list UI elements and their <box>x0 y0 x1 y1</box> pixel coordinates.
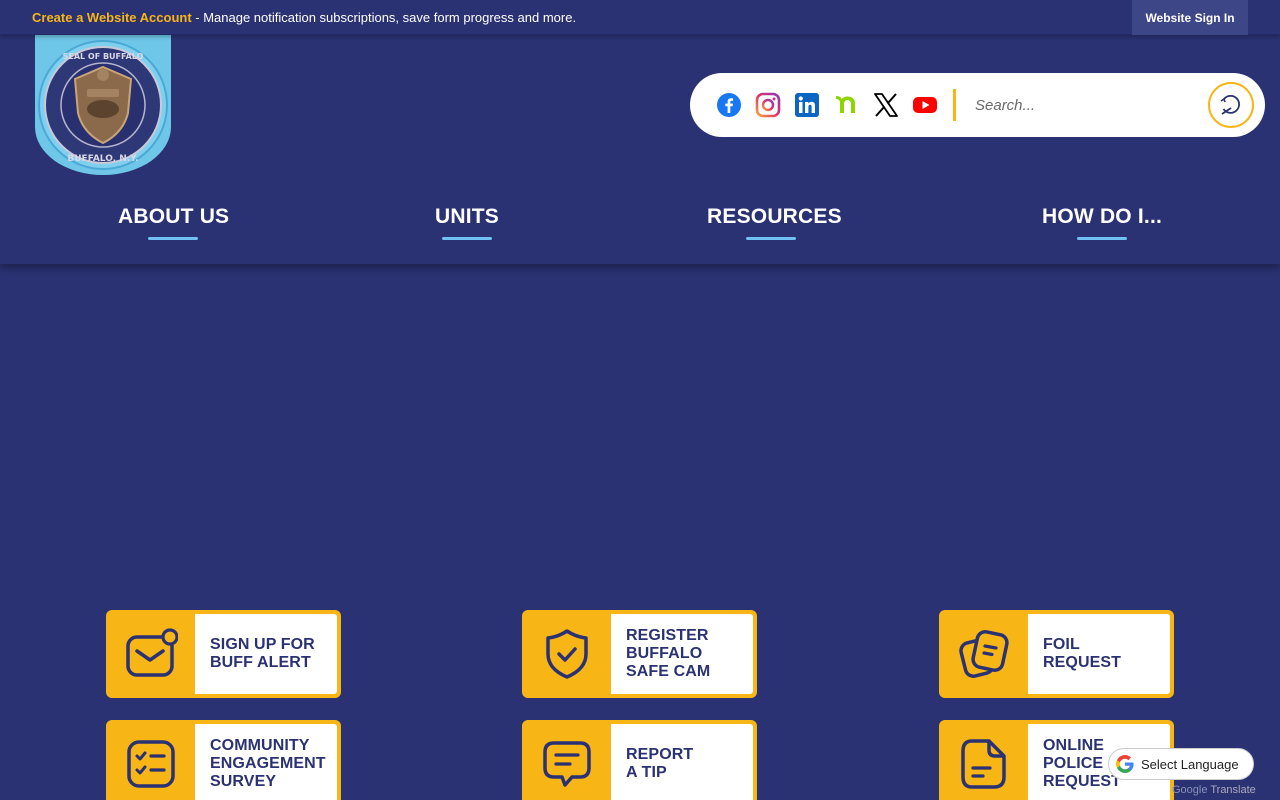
shield-check-icon <box>522 610 611 698</box>
create-account-link[interactable]: Create a Website Account <box>32 10 192 25</box>
google-label: Google <box>1172 784 1208 796</box>
card-label: SIGN UP FOR BUFF ALERT <box>210 636 315 671</box>
site-header: SEAL OF BUFFALO BUFFALO, N.Y. ABOUT US <box>0 35 1280 264</box>
youtube-icon[interactable] <box>912 92 938 118</box>
chat-bubble-icon <box>522 720 611 800</box>
card-foil-request[interactable]: FOIL REQUEST <box>939 610 1174 698</box>
facebook-icon[interactable] <box>716 92 742 118</box>
nav-underline <box>442 237 492 240</box>
nav-underline <box>1077 237 1127 240</box>
search-bar <box>690 73 1265 137</box>
card-label: REGISTER BUFFALO SAFE CAM <box>626 627 711 680</box>
nav-about-us[interactable]: ABOUT US <box>118 205 230 240</box>
nav-label: ABOUT US <box>118 205 230 228</box>
search-icon <box>1220 94 1240 115</box>
website-sign-in-button[interactable]: Website Sign In <box>1132 0 1248 35</box>
nav-label: HOW DO I... <box>1041 205 1163 228</box>
linkedin-icon[interactable] <box>794 92 820 118</box>
envelope-notification-icon <box>106 610 195 698</box>
card-safe-cam[interactable]: REGISTER BUFFALO SAFE CAM <box>522 610 757 698</box>
search-input[interactable] <box>975 91 1195 119</box>
svg-text:BUFFALO, N.Y.: BUFFALO, N.Y. <box>67 154 138 164</box>
x-icon[interactable] <box>873 92 899 118</box>
nav-label: UNITS <box>435 205 499 228</box>
card-report-tip[interactable]: REPORT A TIP <box>522 720 757 800</box>
powered-by-google-translate: Google Translate <box>1172 784 1256 796</box>
nav-underline <box>147 237 198 240</box>
card-label: COMMUNITY ENGAGEMENT SURVEY <box>210 737 326 790</box>
select-language-label: Select Language <box>1141 756 1239 772</box>
svg-text:SEAL OF BUFFALO: SEAL OF BUFFALO <box>63 52 144 61</box>
document-icon <box>939 720 1028 800</box>
nav-label: RESOURCES <box>707 205 842 228</box>
nav-resources[interactable]: RESOURCES <box>707 205 842 240</box>
police-seal-logo[interactable]: SEAL OF BUFFALO BUFFALO, N.Y. <box>35 35 171 175</box>
account-message: Create a Website Account - Manage notifi… <box>32 10 576 25</box>
select-language-dropdown[interactable]: Select Language <box>1108 748 1254 780</box>
translate-label: Translate <box>1210 784 1256 796</box>
top-bar: Create a Website Account - Manage notifi… <box>0 0 1280 35</box>
nav-how-do-i[interactable]: HOW DO I... <box>1041 205 1163 240</box>
nextdoor-icon[interactable] <box>833 92 859 118</box>
checklist-icon <box>106 720 195 800</box>
card-label: REPORT A TIP <box>626 746 694 781</box>
card-label: FOIL REQUEST <box>1043 636 1122 671</box>
search-divider <box>953 89 956 121</box>
nav-underline <box>746 237 796 240</box>
instagram-icon[interactable] <box>755 92 781 118</box>
nav-units[interactable]: UNITS <box>435 205 499 240</box>
google-icon <box>1116 755 1134 773</box>
card-community-survey[interactable]: COMMUNITY ENGAGEMENT SURVEY <box>106 720 341 800</box>
documents-icon <box>939 610 1028 698</box>
account-message-text: - Manage notification subscriptions, sav… <box>191 10 577 25</box>
card-buff-alert[interactable]: SIGN UP FOR BUFF ALERT <box>106 610 341 698</box>
search-button[interactable] <box>1208 82 1254 128</box>
